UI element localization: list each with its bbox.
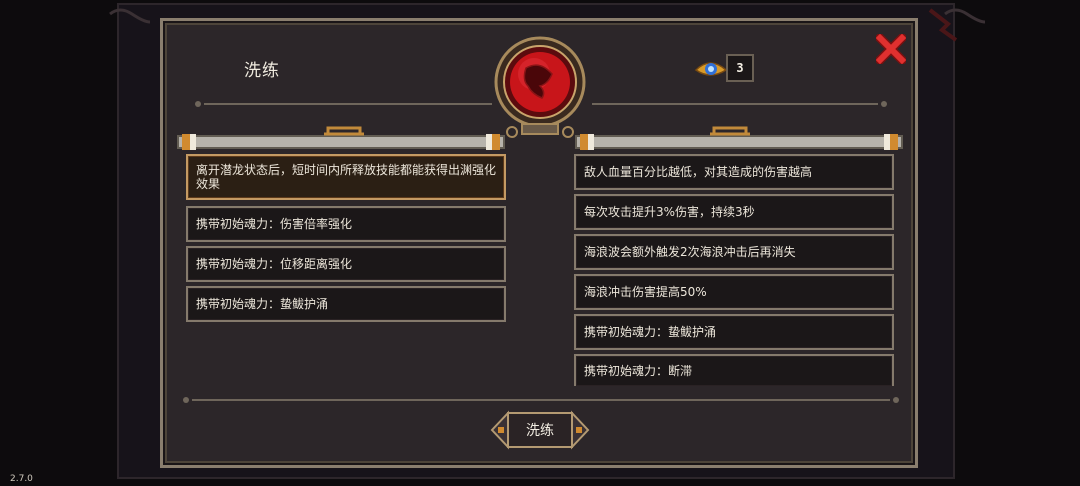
right-option-text: 每次攻击提升3%伤害，持续3秒 <box>584 205 755 219</box>
left-option-0[interactable]: 离开潜龙状态后，短时间内所释放技能都能获得出渊强化效果 <box>186 154 506 200</box>
left-option-2[interactable]: 携带初始魂力：位移距离强化 <box>186 246 506 282</box>
right-option-text: 携带初始魂力：断滞 <box>584 364 693 378</box>
bottom-divider <box>183 397 899 403</box>
left-option-text: 携带初始魂力：位移距离强化 <box>196 257 353 271</box>
right-option-1[interactable]: 每次攻击提升3%伤害，持续3秒 <box>574 194 894 230</box>
right-option-4[interactable]: 携带初始魂力：蛰鲅护涌 <box>574 314 894 350</box>
close-x-icon[interactable] <box>876 34 906 64</box>
left-option-text: 携带初始魂力：伤害倍率强化 <box>196 217 353 231</box>
right-option-text: 海浪冲击伤害提高50% <box>584 285 707 299</box>
version-label: 2.7.0 <box>10 474 33 484</box>
right-option-text: 海浪波会额外触发2次海浪冲击后再消失 <box>584 245 796 259</box>
left-option-text: 离开潜龙状态后，短时间内所释放技能都能获得出渊强化效果 <box>196 163 497 191</box>
right-option-text: 携带初始魂力：蛰鲅护涌 <box>584 325 717 339</box>
panel-title: 洗练 <box>244 61 280 81</box>
right-option-text: 敌人血量百分比越低，对其造成的伤害越高 <box>584 165 813 179</box>
left-option-text: 携带初始魂力：蛰鲅护涌 <box>196 297 329 311</box>
left-option-3[interactable]: 携带初始魂力：蛰鲅护涌 <box>186 286 506 322</box>
reforge-button-label: 洗练 <box>526 423 554 439</box>
left-rail <box>177 126 505 150</box>
right-option-3[interactable]: 海浪冲击伤害提高50% <box>574 274 894 310</box>
right-rail <box>575 126 903 150</box>
right-option-5[interactable]: 携带初始魂力：断滞 <box>574 354 894 386</box>
currency-count: 3 <box>726 54 754 82</box>
right-option-0[interactable]: 敌人血量百分比越低，对其造成的伤害越高 <box>574 154 894 190</box>
right-option-2[interactable]: 海浪波会额外触发2次海浪冲击后再消失 <box>574 234 894 270</box>
left-option-1[interactable]: 携带初始魂力：伤害倍率强化 <box>186 206 506 242</box>
